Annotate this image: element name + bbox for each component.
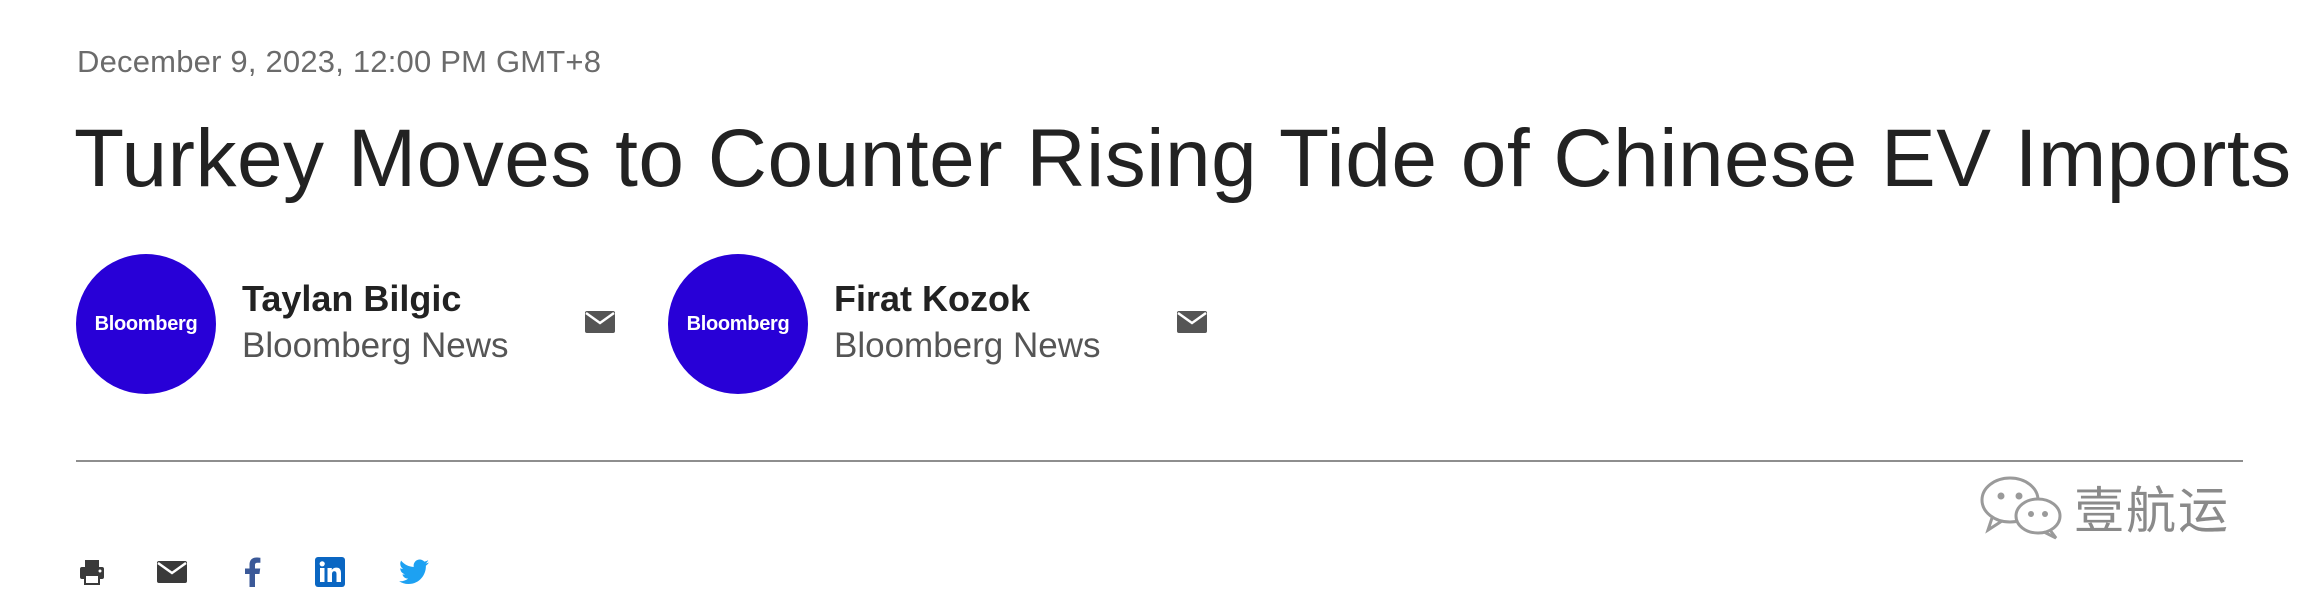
print-icon[interactable] xyxy=(76,556,108,588)
author-avatar[interactable]: Bloomberg xyxy=(668,254,808,394)
facebook-icon[interactable] xyxy=(236,556,268,588)
email-author-icon[interactable] xyxy=(585,311,615,333)
article-headline: Turkey Moves to Counter Rising Tide of C… xyxy=(74,113,2292,204)
article-header: December 9, 2023, 12:00 PM GMT+8 Turkey … xyxy=(0,0,2319,606)
wechat-icon xyxy=(1980,476,2062,540)
watermark-text: 壹航运 xyxy=(2074,482,2230,540)
author-byline: Bloomberg Taylan Bilgic Bloomberg News xyxy=(76,254,582,394)
section-divider xyxy=(76,460,2243,462)
bloomberg-logo: Bloomberg xyxy=(94,312,198,335)
linkedin-icon[interactable] xyxy=(314,556,346,588)
watermark: 壹航运 xyxy=(1978,470,2230,544)
email-author-icon[interactable] xyxy=(1177,311,1207,333)
email-share-icon[interactable] xyxy=(156,556,188,588)
author-avatar[interactable]: Bloomberg xyxy=(76,254,216,394)
bloomberg-logo: Bloomberg xyxy=(686,312,790,335)
author-name[interactable]: Firat Kozok xyxy=(834,277,1174,321)
author-byline: Bloomberg Firat Kozok Bloomberg News xyxy=(668,254,1174,394)
author-name[interactable]: Taylan Bilgic xyxy=(242,277,582,321)
publish-timestamp: December 9, 2023, 12:00 PM GMT+8 xyxy=(77,44,602,79)
author-org: Bloomberg News xyxy=(242,326,509,365)
author-details: Firat Kozok Bloomberg News xyxy=(834,277,1174,371)
author-org: Bloomberg News xyxy=(834,326,1101,365)
author-details: Taylan Bilgic Bloomberg News xyxy=(242,277,582,371)
twitter-icon[interactable] xyxy=(398,556,430,588)
